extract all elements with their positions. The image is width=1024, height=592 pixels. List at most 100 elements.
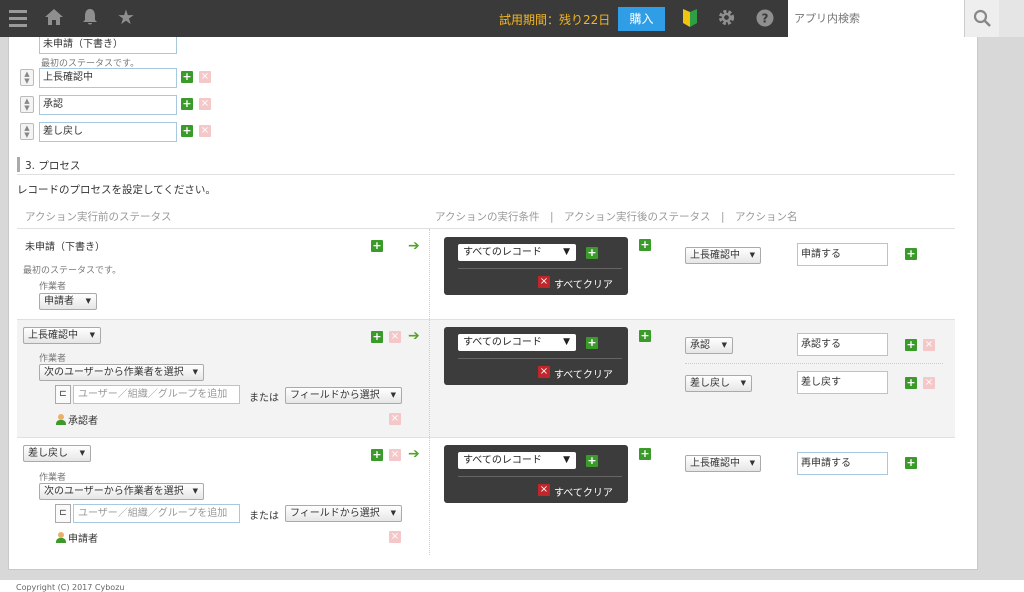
next-status-dropdown[interactable]: 上長確認中 ▼ <box>685 247 761 264</box>
arrow-right-icon: ➔ <box>408 328 420 344</box>
gear-icon[interactable] <box>717 8 736 31</box>
delete-row-button[interactable]: × <box>389 331 401 343</box>
action-name-input[interactable]: 申請する <box>797 243 888 266</box>
divider <box>17 174 955 175</box>
delete-row-button[interactable]: × <box>389 449 401 461</box>
beginner-mark-icon[interactable] <box>682 9 698 32</box>
status-input[interactable]: 差し戻し <box>39 122 177 142</box>
add-action-button[interactable]: + <box>639 330 651 342</box>
add-status-button[interactable]: + <box>181 125 193 137</box>
clear-all-button[interactable]: すべてクリア <box>554 276 613 291</box>
user-add-input[interactable]: ユーザー／組織／グループを追加 <box>73 385 240 404</box>
add-status-button[interactable]: + <box>181 98 193 110</box>
action-name-input[interactable]: 再申請する <box>797 452 888 475</box>
app-search-input[interactable] <box>788 0 964 37</box>
help-icon[interactable]: ? <box>756 9 774 31</box>
add-status-button[interactable]: + <box>181 71 193 83</box>
delete-action-button[interactable]: × <box>923 339 935 351</box>
user-add-input[interactable]: ユーザー／組織／グループを追加 <box>73 504 240 523</box>
arrow-right-icon: ➔ <box>408 446 420 462</box>
remove-user-button[interactable]: × <box>389 413 401 425</box>
arrow-right-icon: ➔ <box>408 238 420 254</box>
status-input[interactable]: 承認 <box>39 95 177 115</box>
caret-down-icon: ▼ <box>721 341 727 349</box>
add-condition-button[interactable]: + <box>586 455 598 467</box>
org-chart-icon[interactable]: ⊏ <box>55 385 71 404</box>
action-name-input[interactable]: 承認する <box>797 333 888 356</box>
add-condition-button[interactable]: + <box>586 337 598 349</box>
divider <box>458 358 622 359</box>
add-action-row-button[interactable]: + <box>905 339 917 351</box>
divider <box>458 476 622 477</box>
clear-icon[interactable]: × <box>538 366 550 378</box>
search-button[interactable] <box>964 0 999 37</box>
delete-status-button[interactable]: × <box>199 98 211 110</box>
add-action-row-button[interactable]: + <box>905 377 917 389</box>
clear-icon[interactable]: × <box>538 276 550 288</box>
assignee-user-name: 申請者 <box>68 534 98 545</box>
divider <box>17 437 955 438</box>
add-action-row-button[interactable]: + <box>905 457 917 469</box>
caret-down-icon: ▼ <box>192 487 198 495</box>
divider <box>17 228 955 229</box>
remove-user-button[interactable]: × <box>389 531 401 543</box>
caret-down-icon: ▼ <box>192 368 198 376</box>
add-row-button[interactable]: + <box>371 449 383 461</box>
clear-all-button[interactable]: すべてクリア <box>554 484 613 499</box>
star-icon[interactable]: ★ <box>117 7 135 27</box>
section-description: レコードのプロセスを設定してください。 <box>17 184 216 196</box>
add-row-button[interactable]: + <box>371 240 383 252</box>
status-input-first[interactable]: 未申請（下書き） <box>39 37 177 54</box>
caret-down-icon: ▼ <box>390 391 396 399</box>
caret-down-icon: ▼ <box>85 297 91 305</box>
caret-down-icon: ▼ <box>563 247 570 257</box>
bell-icon[interactable] <box>81 8 99 30</box>
assignee-label: 作業者 <box>39 282 67 292</box>
clear-icon[interactable]: × <box>538 484 550 496</box>
next-status-dropdown[interactable]: 差し戻し ▼ <box>685 375 752 392</box>
assignee-value: 申請者 <box>44 296 74 307</box>
condition-box: すべてのレコード ▼ + × すべてクリア <box>444 237 628 295</box>
condition-select[interactable]: すべてのレコード ▼ <box>458 244 576 261</box>
add-row-button[interactable]: + <box>371 331 383 343</box>
add-action-button[interactable]: + <box>639 448 651 460</box>
user-icon <box>56 532 66 543</box>
row-status-dropdown[interactable]: 差し戻し ▼ <box>23 445 91 462</box>
search-icon <box>973 9 991 27</box>
delete-status-button[interactable]: × <box>199 71 211 83</box>
condition-select[interactable]: すべてのレコード ▼ <box>458 452 576 469</box>
org-chart-icon[interactable]: ⊏ <box>55 504 71 523</box>
add-action-button[interactable]: + <box>639 239 651 251</box>
field-select-dropdown[interactable]: フィールドから選択 ▼ <box>285 505 402 522</box>
assignee-mode-dropdown[interactable]: 次のユーザーから作業者を選択 ▼ <box>39 364 204 381</box>
assignee-dropdown[interactable]: 申請者 ▼ <box>39 293 97 310</box>
sort-handle-icon[interactable]: ▲ ▼ <box>20 123 34 140</box>
or-text: または <box>249 511 279 522</box>
delete-status-button[interactable]: × <box>199 125 211 137</box>
assignee-label: 作業者 <box>39 473 67 483</box>
action-name-input[interactable]: 差し戻す <box>797 371 888 394</box>
condition-select[interactable]: すべてのレコード ▼ <box>458 334 576 351</box>
add-action-row-button[interactable]: + <box>905 248 917 260</box>
buy-button[interactable]: 購入 <box>618 7 665 31</box>
or-text: または <box>249 393 279 404</box>
next-status-dropdown[interactable]: 上長確認中 ▼ <box>685 455 761 472</box>
caret-down-icon: ▼ <box>89 331 95 339</box>
field-select-dropdown[interactable]: フィールドから選択 ▼ <box>285 387 402 404</box>
status-input[interactable]: 上長確認中 <box>39 68 177 88</box>
caret-down-icon: ▼ <box>79 449 85 457</box>
condition-box: すべてのレコード ▼ + × すべてクリア <box>444 327 628 385</box>
delete-action-button[interactable]: × <box>923 377 935 389</box>
menu-icon[interactable] <box>9 10 27 31</box>
home-icon[interactable] <box>44 8 64 30</box>
sort-handle-icon[interactable]: ▲ ▼ <box>20 69 34 86</box>
caret-down-icon: ▼ <box>563 455 570 465</box>
add-condition-button[interactable]: + <box>586 247 598 259</box>
next-status-dropdown[interactable]: 承認 ▼ <box>685 337 733 354</box>
sort-handle-icon[interactable]: ▲ ▼ <box>20 96 34 113</box>
assignee-user-name: 承認者 <box>68 416 98 427</box>
divider <box>685 363 943 364</box>
clear-all-button[interactable]: すべてクリア <box>554 366 613 381</box>
assignee-mode-dropdown[interactable]: 次のユーザーから作業者を選択 ▼ <box>39 483 204 500</box>
row-status-dropdown[interactable]: 上長確認中 ▼ <box>23 327 101 344</box>
